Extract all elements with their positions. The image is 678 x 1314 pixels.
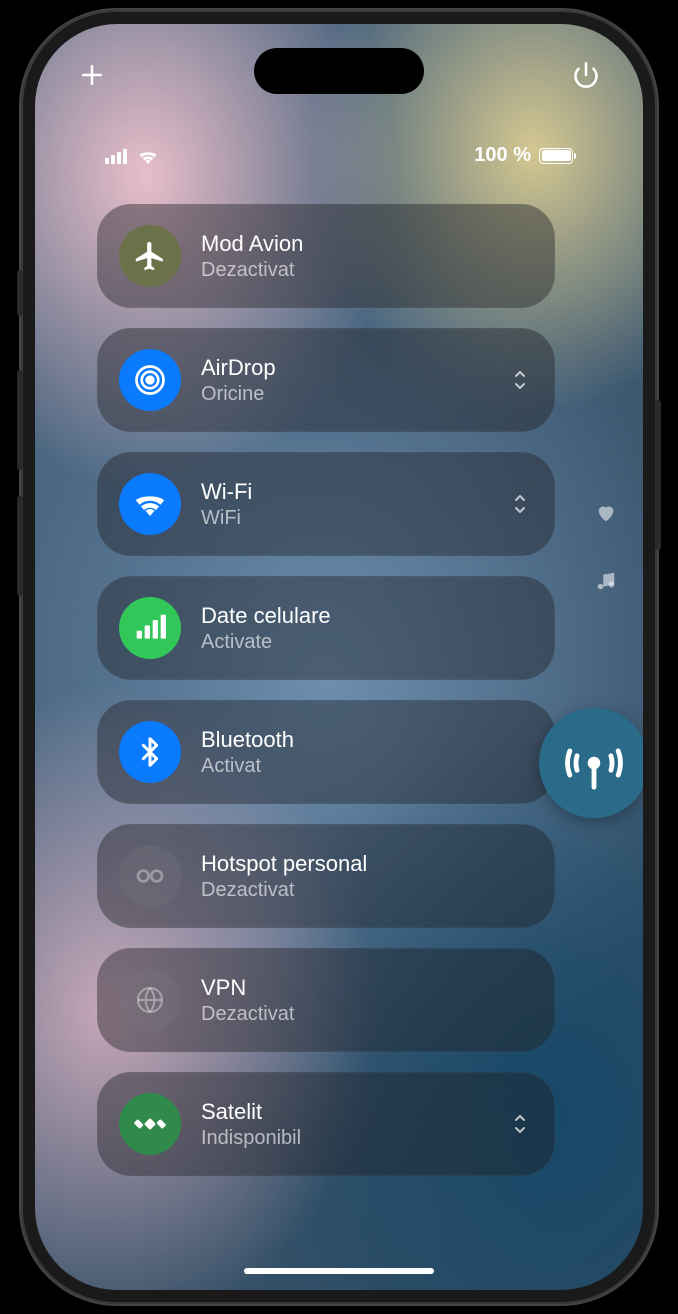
satellite-icon	[119, 1093, 181, 1155]
vpn-icon	[119, 969, 181, 1031]
control-title: AirDrop	[201, 355, 276, 381]
heart-icon	[595, 502, 617, 524]
control-cellular-data[interactable]: Date celulare Activate	[97, 576, 555, 680]
plus-icon	[79, 62, 105, 88]
control-subtitle: WiFi	[201, 507, 252, 530]
control-subtitle: Oricine	[201, 383, 276, 406]
connectivity-controls: Mod Avion Dezactivat AirDrop Oricine	[97, 204, 555, 1230]
hardware-button	[17, 270, 23, 316]
power-icon	[572, 61, 600, 89]
hardware-button	[17, 496, 23, 596]
page-indicators[interactable]	[595, 502, 617, 592]
control-hotspot[interactable]: Hotspot personal Dezactivat	[97, 824, 555, 928]
control-title: Date celulare	[201, 603, 331, 629]
phone-frame: 100 % Mod Avion	[21, 10, 657, 1304]
control-subtitle: Activat	[201, 755, 294, 778]
bluetooth-icon	[119, 721, 181, 783]
battery-icon	[539, 148, 573, 164]
wifi-icon	[119, 473, 181, 535]
hardware-button	[655, 400, 661, 550]
wifi-status-icon	[137, 148, 159, 164]
control-title: VPN	[201, 975, 294, 1001]
expand-icon[interactable]	[511, 368, 529, 392]
control-bluetooth[interactable]: Bluetooth Activat	[97, 700, 555, 804]
music-note-icon	[595, 570, 617, 592]
hardware-button	[17, 370, 23, 470]
airdrop-icon	[119, 349, 181, 411]
control-satellite[interactable]: Satelit Indisponibil	[97, 1072, 555, 1176]
status-bar: 100 %	[35, 144, 643, 167]
control-subtitle: Dezactivat	[201, 1003, 294, 1026]
dynamic-island	[254, 48, 424, 94]
control-title: Hotspot personal	[201, 851, 367, 877]
control-title: Mod Avion	[201, 231, 303, 257]
control-subtitle: Dezactivat	[201, 259, 303, 282]
control-wifi[interactable]: Wi-Fi WiFi	[97, 452, 555, 556]
control-airplane-mode[interactable]: Mod Avion Dezactivat	[97, 204, 555, 308]
cellular-icon	[119, 597, 181, 659]
battery-percentage: 100 %	[474, 144, 531, 167]
airplane-icon	[119, 225, 181, 287]
control-title: Wi-Fi	[201, 479, 252, 505]
expand-icon[interactable]	[511, 492, 529, 516]
antenna-icon	[565, 734, 623, 792]
screen: 100 % Mod Avion	[35, 24, 643, 1290]
control-subtitle: Dezactivat	[201, 879, 367, 902]
control-title: Bluetooth	[201, 727, 294, 753]
cellular-signal-icon	[105, 148, 129, 164]
control-subtitle: Activate	[201, 631, 331, 654]
expand-icon[interactable]	[511, 1112, 529, 1136]
add-button[interactable]	[71, 54, 113, 96]
control-subtitle: Indisponibil	[201, 1127, 301, 1150]
connectivity-page-indicator[interactable]	[539, 708, 643, 818]
home-indicator[interactable]	[244, 1268, 434, 1274]
control-airdrop[interactable]: AirDrop Oricine	[97, 328, 555, 432]
control-vpn[interactable]: VPN Dezactivat	[97, 948, 555, 1052]
control-title: Satelit	[201, 1099, 301, 1125]
power-button[interactable]	[565, 54, 607, 96]
hotspot-icon	[119, 845, 181, 907]
